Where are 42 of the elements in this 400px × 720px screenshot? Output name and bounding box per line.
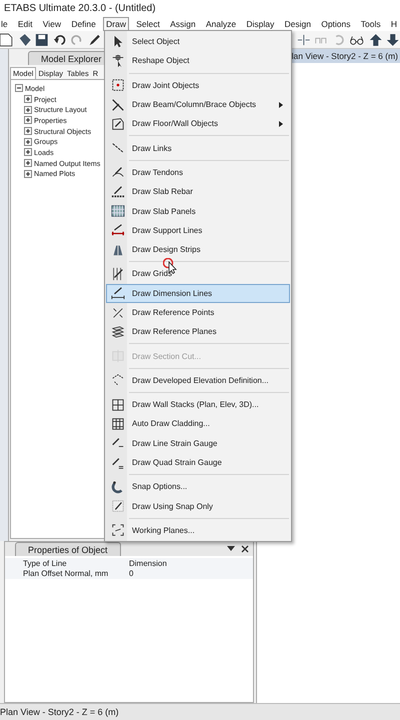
property-value[interactable]: Dimension bbox=[129, 558, 167, 568]
menu-item[interactable]: Draw Dimension Lines bbox=[106, 284, 290, 303]
menu-item[interactable]: Draw Tendons bbox=[106, 162, 290, 182]
menu-item[interactable]: Tools bbox=[358, 16, 384, 30]
window-title: ETABS Ultimate 20.3.0 - (Untitled) bbox=[4, 2, 156, 14]
menu-item[interactable]: Draw Quad Strain Gauge bbox=[106, 452, 290, 472]
menu-item[interactable]: Auto Draw Cladding... bbox=[106, 414, 290, 434]
menu-item[interactable]: Draw Grids bbox=[106, 264, 290, 284]
menu-item[interactable]: Options bbox=[318, 16, 354, 30]
menu-item[interactable]: Draw bbox=[103, 16, 129, 30]
menu-item[interactable]: Draw Beam/Column/Brace Objects bbox=[106, 94, 290, 114]
status-text: Plan View - Story2 - Z = 6 (m) bbox=[0, 707, 119, 717]
menu-item[interactable]: Draw Line Strain Gauge bbox=[106, 434, 290, 453]
menu-item[interactable]: View bbox=[40, 16, 64, 30]
menu-item[interactable]: le bbox=[0, 16, 11, 30]
menu-item[interactable]: Define bbox=[68, 16, 99, 30]
menu-item[interactable]: Display bbox=[243, 16, 278, 30]
menu-item[interactable]: Design bbox=[282, 16, 314, 30]
menu-item[interactable]: Edit bbox=[14, 16, 36, 30]
menu-item[interactable]: Draw Floor/Wall Objects bbox=[106, 114, 290, 134]
menu-item[interactable]: Draw Design Strips bbox=[106, 240, 290, 260]
menu-item[interactable]: Working Planes... bbox=[106, 520, 290, 540]
menu-item[interactable]: Snap Options... bbox=[106, 477, 290, 497]
menu-item[interactable]: H bbox=[388, 16, 400, 30]
property-name: Plan Offset Normal, mm bbox=[22, 569, 110, 578]
menu-item[interactable]: Draw Joint Objects bbox=[106, 76, 290, 95]
menu-item[interactable]: Assign bbox=[167, 16, 199, 30]
property-name: Type of Line bbox=[22, 558, 68, 568]
menu-item[interactable]: Select bbox=[133, 16, 163, 30]
menu-item[interactable]: Draw Reference Planes bbox=[106, 322, 290, 342]
menu-item[interactable]: Select Object bbox=[106, 32, 290, 52]
menu-item[interactable]: Draw Developed Elevation Definition... bbox=[106, 370, 290, 390]
menu-item[interactable]: Analyze bbox=[202, 16, 240, 30]
menu-item[interactable]: Draw Slab Panels bbox=[106, 201, 290, 221]
menu-item[interactable]: Draw Reference Points bbox=[106, 302, 290, 322]
menu-item[interactable]: Draw Support Lines bbox=[106, 220, 290, 240]
property-value[interactable]: 0 bbox=[129, 569, 134, 578]
panel-tab[interactable]: Properties of Object bbox=[15, 542, 121, 556]
menu-item[interactable]: Draw Slab Rebar bbox=[106, 182, 290, 202]
menu-item[interactable]: Draw Wall Stacks (Plan, Elev, 3D)... bbox=[106, 395, 290, 414]
menu-item[interactable]: Draw Links bbox=[106, 138, 290, 158]
menu-item[interactable]: Draw Using Snap Only bbox=[106, 496, 290, 516]
